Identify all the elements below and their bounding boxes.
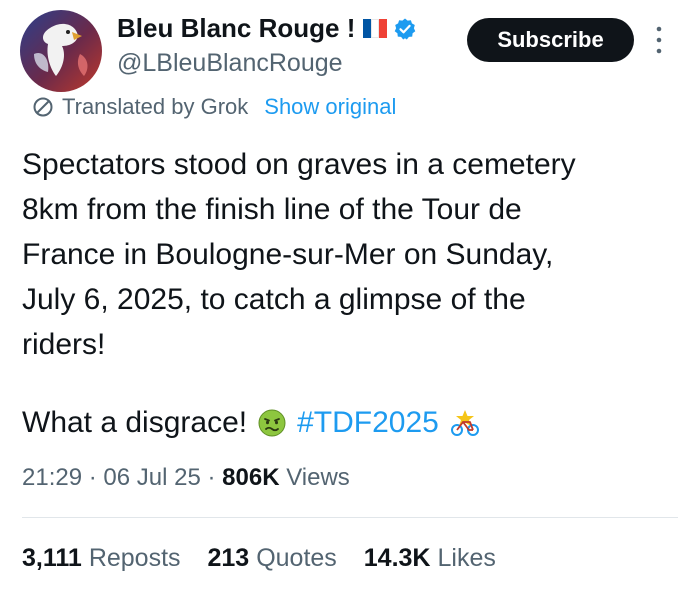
tweet-line: July 6, 2025, to catch a glimpse of the [22, 283, 526, 316]
tweet-time[interactable]: 21:29 [22, 464, 82, 491]
tweet-line: Spectators stood on graves in a cemetery [22, 148, 576, 181]
views-label: Views [286, 464, 350, 491]
tweet-date[interactable]: 06 Jul 25 [103, 464, 200, 491]
quotes-count: 213 [207, 544, 250, 572]
verified-badge-icon [395, 18, 416, 39]
tweet-closing-line: What a disgrace! #TDF2025 [22, 400, 483, 445]
engagement-stats: 3,111 Reposts 213 Quotes 14.3K Likes [22, 544, 516, 573]
hashtag-link[interactable]: #TDF2025 [297, 400, 439, 445]
tweet-line: riders! [22, 328, 106, 361]
author-handle[interactable]: @LBleuBlancRouge [117, 49, 343, 78]
likes-count: 14.3K [363, 544, 431, 572]
show-original-link[interactable]: Show original [264, 94, 396, 120]
reposts-count: 3,111 [22, 544, 82, 572]
reposts-label: Reposts [88, 544, 181, 572]
tweet-text: Spectators stood on graves in a cemetery… [22, 142, 692, 367]
reposts-stat[interactable]: 3,111 Reposts [22, 544, 187, 572]
translation-bar: Translated by Grok Show original [32, 94, 396, 120]
tweet-line: 8km from the finish line of the Tour de [22, 193, 522, 226]
meta-separator: · [207, 464, 223, 491]
views-count: 806K [222, 464, 280, 491]
french-flag-icon [363, 19, 388, 38]
author-name-row[interactable]: Bleu Blanc Rouge ! [117, 13, 417, 44]
subscribe-button[interactable]: Subscribe [467, 18, 634, 62]
author-name[interactable]: Bleu Blanc Rouge ! [117, 13, 355, 44]
tour-de-france-bike-icon [450, 409, 479, 436]
eagle-avatar-icon [20, 10, 102, 92]
quotes-stat[interactable]: 213 Quotes [207, 544, 343, 572]
tweet-line: France in Boulogne-sur-Mer on Sunday, [22, 238, 554, 271]
tweet-closing-text: What a disgrace! [22, 406, 248, 439]
tweet-meta: 21:29 · 06 Jul 25 · 806K Views [22, 464, 350, 492]
divider [22, 517, 678, 518]
likes-stat[interactable]: 14.3K Likes [364, 544, 496, 572]
translated-by-label: Translated by Grok [62, 94, 249, 119]
translate-icon [33, 97, 53, 117]
avatar[interactable] [20, 10, 102, 92]
quotes-label: Quotes [256, 544, 337, 572]
meta-separator: · [88, 464, 104, 491]
likes-label: Likes [437, 544, 496, 572]
more-options-icon[interactable] [651, 22, 667, 58]
nauseated-face-icon [258, 409, 286, 436]
